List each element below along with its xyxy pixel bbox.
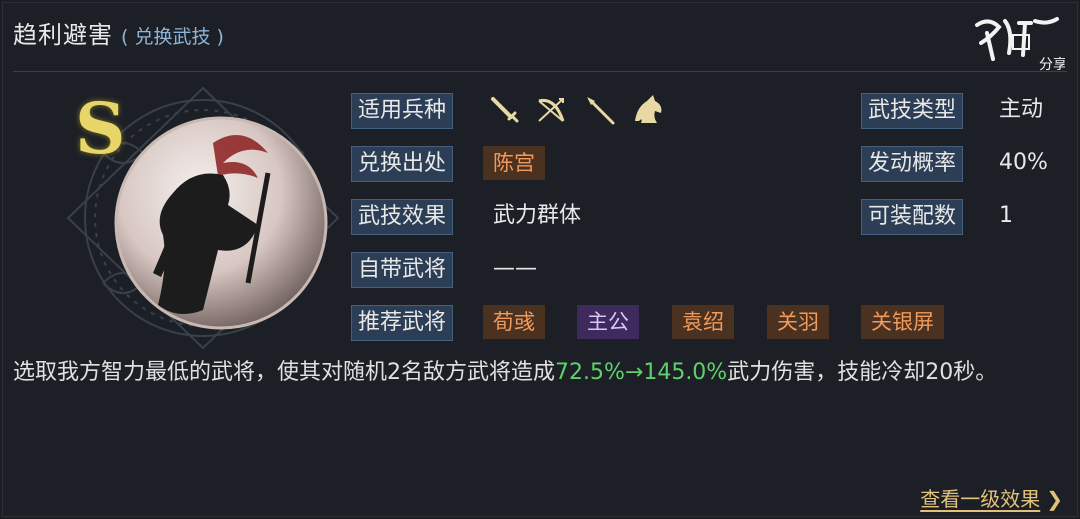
equip-count-value: 1 xyxy=(999,203,1013,228)
horse-icon xyxy=(635,95,662,123)
description-highlight: 72.5%→145.0% xyxy=(555,360,728,385)
trigger-rate-value: 40% xyxy=(999,150,1048,175)
grade-badge: S xyxy=(75,87,126,170)
recommend-tag-guanyinping[interactable]: 关银屏 xyxy=(861,305,944,339)
header: 趋利避害 ( 兑换武技 ) xyxy=(13,15,224,49)
own-general-label: 自带武将 xyxy=(351,252,454,288)
description-prefix: 选取我方智力最低的武将，使其对随机2名敌方武将造成 xyxy=(13,360,555,385)
own-general-value: —— xyxy=(493,256,537,281)
troop-type-label: 适用兵种 xyxy=(351,93,454,129)
equip-count-label: 可装配数 xyxy=(861,199,964,235)
recommend-tag-xunyu[interactable]: 荀彧 xyxy=(483,305,545,339)
sword-icon xyxy=(491,97,519,123)
skill-type-label: 武技类型 xyxy=(861,93,964,129)
brand-logo: 分享 xyxy=(975,17,1065,73)
skill-card: 趋利避害 ( 兑换武技 ) 分享 S 适用兵种 兑换出处 陈宫 武技效果 武力群… xyxy=(2,2,1078,517)
effect-value: 武力群体 xyxy=(493,203,582,228)
view-level1-effect-link[interactable]: 查看一级效果 ❯ xyxy=(920,483,1063,512)
spear-icon xyxy=(587,97,615,125)
trigger-rate-label: 发动概率 xyxy=(861,146,964,182)
skill-description: 选取我方智力最低的武将，使其对随机2名敌方武将造成72.5%→145.0%武力伤… xyxy=(13,355,1068,391)
description-suffix: 武力伤害，技能冷却20秒。 xyxy=(727,360,998,385)
recommend-tag-guanyu[interactable]: 关羽 xyxy=(767,305,829,339)
skill-type-value: 主动 xyxy=(999,97,1044,122)
header-divider xyxy=(13,71,1067,72)
source-label: 兑换出处 xyxy=(351,146,454,182)
view-level1-effect-label: 查看一级效果 xyxy=(920,487,1041,511)
source-general-tag[interactable]: 陈宫 xyxy=(483,146,545,180)
effect-label: 武技效果 xyxy=(351,199,454,235)
recommend-tag-lord[interactable]: 主公 xyxy=(577,305,639,339)
chevron-right-icon: ❯ xyxy=(1046,487,1063,511)
skill-title: 趋利避害 xyxy=(13,21,113,49)
bow-icon xyxy=(538,98,565,122)
recommend-label: 推荐武将 xyxy=(351,305,454,341)
recommend-tag-yuanshao[interactable]: 袁绍 xyxy=(672,305,734,339)
skill-subtitle: ( 兑换武技 ) xyxy=(121,26,224,48)
